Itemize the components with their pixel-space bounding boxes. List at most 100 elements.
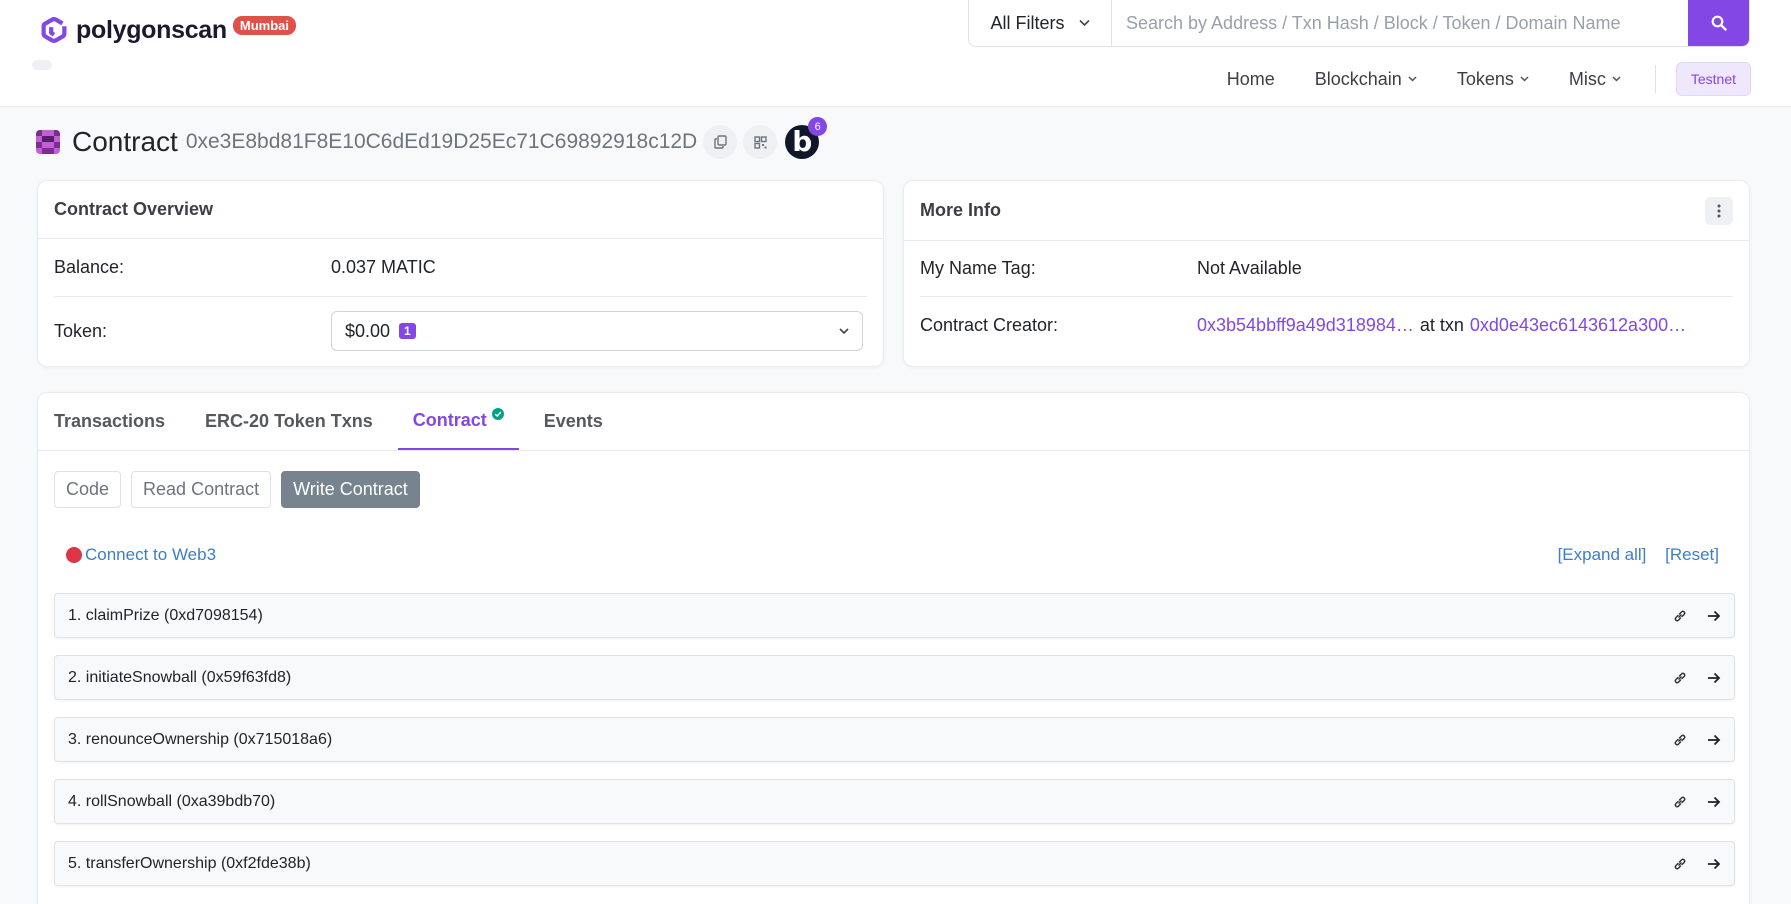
link-icon[interactable] [1673, 671, 1687, 685]
more-options-button[interactable] [1705, 196, 1733, 225]
copy-address-button[interactable] [703, 125, 738, 159]
name-tag-row: My Name Tag: Not Available [920, 241, 1733, 297]
connect-web3-button[interactable]: Connect to Web3 [66, 545, 216, 565]
nav-blockchain[interactable]: Blockchain [1315, 69, 1417, 90]
main-nav: Home Blockchain Tokens Misc Testnet [1187, 62, 1751, 96]
arrow-right-icon[interactable] [1707, 734, 1721, 746]
connect-web3-label: Connect to Web3 [85, 545, 217, 564]
copy-icon [714, 135, 727, 149]
verified-check-icon [491, 407, 504, 420]
function-item[interactable]: 5. transferOwnership (0xf2fde38b) [54, 841, 1735, 886]
link-icon[interactable] [1673, 795, 1687, 809]
contract-creator-label: Contract Creator: [920, 314, 1059, 335]
contract-overview-title: Contract Overview [38, 181, 883, 239]
chevron-down-icon [839, 327, 849, 334]
testnet-button[interactable]: Testnet [1675, 62, 1751, 96]
contract-identicon [36, 130, 60, 154]
brand-logo[interactable]: polygonscan Mumbai [36, 14, 297, 46]
nav-tokens[interactable]: Tokens [1457, 69, 1529, 90]
search-bar: All Filters [968, 0, 1750, 47]
name-tag-label: My Name Tag: [920, 258, 1036, 278]
function-item[interactable]: 3. renounceOwnership (0x715018a6) [54, 717, 1735, 762]
tab-erc20-token-txns[interactable]: ERC-20 Token Txns [205, 393, 373, 450]
token-holdings-dropdown[interactable]: $0.00 1 [331, 311, 863, 351]
contract-creator-row: Contract Creator: 0x3b54bbff9a49d318984…… [920, 297, 1733, 353]
expand-reset-links: [Expand all] [Reset] [1544, 545, 1719, 565]
function-actions [1673, 609, 1721, 623]
balance-label: Balance: [54, 257, 125, 277]
search-filter-label: All Filters [990, 12, 1065, 33]
nav-blockchain-label: Blockchain [1314, 68, 1402, 89]
nav-misc-label: Misc [1568, 68, 1606, 89]
function-actions [1673, 795, 1721, 809]
search-icon [1711, 15, 1727, 31]
token-count-badge: 1 [399, 323, 416, 339]
function-label: 2. initiateSnowball (0x59f63fd8) [68, 668, 292, 686]
brand-name: polygonscan [76, 15, 227, 44]
token-value: $0.00 [345, 320, 391, 341]
nav-home[interactable]: Home [1227, 69, 1275, 90]
polygon-logo-icon [41, 17, 67, 43]
reset-link[interactable]: [Reset] [1665, 545, 1719, 564]
address-tabs-card: Transactions ERC-20 Token Txns Contract … [37, 392, 1750, 904]
nav-divider [1654, 65, 1656, 93]
disconnected-status-icon [66, 547, 82, 563]
blockscan-chat-button[interactable]: b 6 [785, 117, 828, 159]
subtab-write-contract[interactable]: Write Contract [281, 471, 420, 508]
tab-contract-label: Contract [412, 410, 487, 430]
site-header: polygonscan Mumbai All Filters Home Bloc… [0, 0, 1791, 107]
link-icon[interactable] [1673, 609, 1687, 623]
arrow-right-icon[interactable] [1707, 610, 1721, 622]
qr-code-button[interactable] [743, 125, 778, 159]
arrow-right-icon[interactable] [1707, 672, 1721, 684]
function-label: 5. transferOwnership (0xf2fde38b) [68, 854, 311, 872]
function-label: 1. claimPrize (0xd7098154) [68, 606, 263, 624]
link-icon[interactable] [1673, 857, 1687, 871]
tab-bar: Transactions ERC-20 Token Txns Contract … [38, 393, 1749, 451]
decorative-pill [32, 60, 52, 70]
function-item[interactable]: 1. claimPrize (0xd7098154) [54, 593, 1735, 638]
search-input[interactable] [1112, 0, 1688, 46]
chevron-down-icon [1520, 76, 1529, 82]
tab-transactions-label: Transactions [54, 411, 166, 431]
page-title-label: Contract [72, 126, 178, 157]
more-vertical-icon [1717, 204, 1721, 217]
write-functions-list: 1. claimPrize (0xd7098154) 2. initiateSn… [54, 593, 1735, 903]
nav-misc[interactable]: Misc [1569, 69, 1621, 90]
creator-txn-link[interactable]: 0xd0e43ec6143612a300… [1470, 315, 1686, 336]
function-actions [1673, 733, 1721, 747]
chevron-down-icon [1408, 76, 1417, 82]
tab-contract[interactable]: Contract [397, 393, 519, 450]
search-button[interactable] [1688, 0, 1749, 46]
balance-value: 0.037 MATIC [331, 257, 436, 277]
nav-tokens-label: Tokens [1456, 68, 1514, 89]
tab-transactions[interactable]: Transactions [54, 393, 165, 450]
function-actions [1673, 671, 1721, 685]
function-label: 3. renounceOwnership (0x715018a6) [68, 730, 333, 748]
nav-home-label: Home [1226, 68, 1275, 89]
arrow-right-icon[interactable] [1707, 796, 1721, 808]
more-info-title: More Info [904, 181, 1749, 241]
search-filter-select[interactable]: All Filters [969, 0, 1112, 46]
function-actions [1673, 857, 1721, 871]
contract-overview-heading: Contract Overview [54, 199, 214, 219]
contract-subtabs: Code Read Contract Write Contract [54, 471, 430, 508]
page-title: Contract 0xe3E8bd81F8E10C6dEd19D25Ec71C6… [36, 117, 828, 162]
expand-all-link[interactable]: [Expand all] [1558, 545, 1647, 564]
link-icon[interactable] [1673, 733, 1687, 747]
function-item[interactable]: 4. rollSnowball (0xa39bdb70) [54, 779, 1735, 824]
function-label: 4. rollSnowball (0xa39bdb70) [68, 792, 276, 810]
contract-address: 0xe3E8bd81F8E10C6dEd19D25Ec71C69892918c1… [185, 130, 698, 153]
balance-row: Balance: 0.037 MATIC [54, 239, 867, 297]
function-item[interactable]: 2. initiateSnowball (0x59f63fd8) [54, 655, 1735, 700]
tab-events-label: Events [543, 411, 603, 431]
creator-address-link[interactable]: 0x3b54bbff9a49d318984… [1197, 315, 1414, 336]
subtab-read-contract[interactable]: Read Contract [131, 471, 272, 508]
arrow-right-icon[interactable] [1707, 858, 1721, 870]
tab-erc20-label: ERC-20 Token Txns [205, 411, 373, 431]
tab-events[interactable]: Events [544, 393, 603, 450]
name-tag-value: Not Available [1197, 258, 1302, 278]
web3-toolbar: Connect to Web3 [Expand all] [Reset] [66, 543, 1719, 567]
more-info-card: More Info My Name Tag: Not Available Con… [903, 180, 1750, 367]
subtab-code[interactable]: Code [54, 471, 122, 508]
